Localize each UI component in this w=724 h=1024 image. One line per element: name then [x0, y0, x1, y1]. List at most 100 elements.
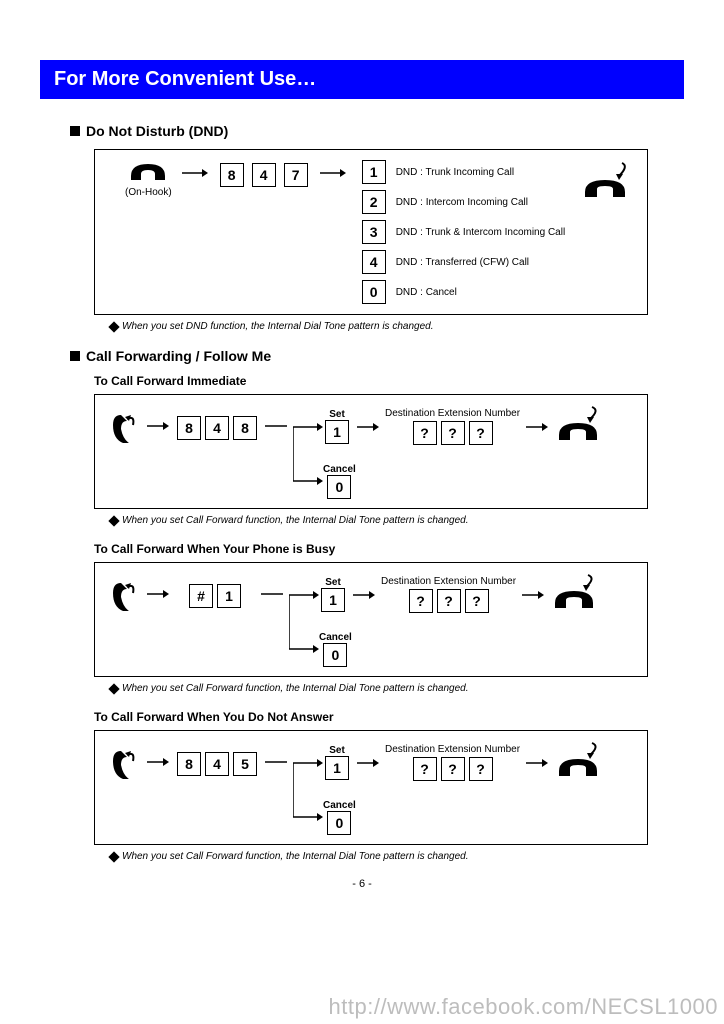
set-label: Set [325, 577, 341, 588]
dnd-option: 0DND : Cancel [360, 280, 566, 304]
key-digit: 1 [217, 584, 241, 608]
key-digit: 3 [362, 220, 386, 244]
cf-busy-heading: To Call Forward When Your Phone is Busy [94, 542, 684, 556]
key-digit: 5 [233, 752, 257, 776]
dest-label: Destination Extension Number [385, 408, 520, 419]
diamond-icon [108, 851, 119, 862]
dnd-option-text: DND : Trunk & Intercom Incoming Call [396, 227, 566, 238]
arrow-icon [182, 168, 208, 178]
branch-icon [289, 573, 319, 668]
key-placeholder: ? [437, 589, 461, 613]
cancel-label: Cancel [323, 464, 356, 475]
key-digit: # [189, 584, 213, 608]
key-placeholder: ? [441, 421, 465, 445]
cf-note: When you set Call Forward function, the … [110, 515, 684, 526]
handset-off-hook-icon [109, 747, 141, 788]
cf-immediate-heading: To Call Forward Immediate [94, 374, 684, 388]
dnd-option-text: DND : Intercom Incoming Call [396, 197, 528, 208]
arrow-icon [261, 589, 283, 599]
key-digit: 0 [362, 280, 386, 304]
diamond-icon [108, 515, 119, 526]
key-digit: 4 [205, 416, 229, 440]
arrow-icon [320, 168, 346, 178]
handset-off-hook-icon [109, 579, 141, 620]
key-digit: 2 [362, 190, 386, 214]
cf-note: When you set Call Forward function, the … [110, 851, 684, 862]
note-text: When you set Call Forward function, the … [122, 683, 469, 694]
key-digit: 1 [325, 420, 349, 444]
key-digit: 8 [220, 163, 244, 187]
arrow-icon [147, 757, 169, 767]
cancel-label: Cancel [323, 800, 356, 811]
key-placeholder: ? [469, 757, 493, 781]
key-digit: 4 [205, 752, 229, 776]
cf-noanswer-heading: To Call Forward When You Do Not Answer [94, 710, 684, 724]
bullet-icon [70, 351, 80, 361]
arrow-icon [265, 757, 287, 767]
arrow-icon [147, 421, 169, 431]
note-text: When you set Call Forward function, the … [122, 515, 469, 526]
key-digit: 1 [325, 756, 349, 780]
set-label: Set [329, 745, 345, 756]
dnd-option: 1 DND : Trunk Incoming Call [360, 160, 566, 184]
dnd-option-list: 1 DND : Trunk Incoming Call 2 DND : Interc… [360, 160, 566, 304]
dest-label: Destination Extension Number [385, 744, 520, 755]
key-digit: 4 [362, 250, 386, 274]
diamond-icon [108, 683, 119, 694]
arrow-icon [526, 758, 548, 768]
cancel-label: Cancel [319, 632, 352, 643]
hangup-icon [579, 160, 631, 205]
dnd-option: 2 DND : Intercom Incoming Call [360, 190, 566, 214]
dnd-diagram: (On-Hook) 8 4 7 1DND : Trunk Incoming Ca… [94, 149, 648, 315]
branch-icon [293, 741, 323, 836]
branch-icon [293, 405, 323, 500]
section-dnd-heading: Do Not Disturb (DND) [70, 123, 684, 139]
arrow-icon [147, 589, 169, 599]
key-digit: 8 [233, 416, 257, 440]
key-digit: 1 [362, 160, 386, 184]
handset-off-hook-icon [109, 411, 141, 452]
note-text: When you set DND function, the Internal … [122, 321, 433, 332]
key-placeholder: ? [469, 421, 493, 445]
key-placeholder: ? [441, 757, 465, 781]
dnd-note: When you set DND function, the Internal … [110, 321, 684, 332]
dest-label: Destination Extension Number [381, 576, 516, 587]
arrow-icon [353, 590, 375, 600]
cf-heading-text: Call Forwarding / Follow Me [86, 348, 271, 364]
watermark-url: http://www.facebook.com/NECSL1000 [329, 994, 718, 1020]
arrow-icon [357, 758, 379, 768]
key-placeholder: ? [409, 589, 433, 613]
note-text: When you set Call Forward function, the … [122, 851, 469, 862]
key-placeholder: ? [413, 757, 437, 781]
dnd-option: 4 DND : Transferred (CFW) Call [360, 250, 566, 274]
key-digit: 0 [323, 643, 347, 667]
diamond-icon [108, 321, 119, 332]
key-placeholder: ? [465, 589, 489, 613]
dnd-option-text: DND : Transferred (CFW) Call [396, 257, 529, 268]
arrow-icon [265, 421, 287, 431]
set-label: Set [329, 409, 345, 420]
cf-note: When you set Call Forward function, the … [110, 683, 684, 694]
arrow-icon [526, 422, 548, 432]
hangup-icon [554, 741, 602, 784]
key-digit: 8 [177, 752, 201, 776]
bullet-icon [70, 126, 80, 136]
key-digit: 0 [327, 811, 351, 835]
key-digit: 8 [177, 416, 201, 440]
dnd-option: 3 DND : Trunk & Intercom Incoming Call [360, 220, 566, 244]
key-digit: 0 [327, 475, 351, 499]
on-hook-label: (On-Hook) [125, 187, 172, 198]
arrow-icon [522, 590, 544, 600]
dnd-heading-text: Do Not Disturb (DND) [86, 123, 228, 139]
handset-on-hook-icon [128, 160, 168, 187]
section-cf-heading: Call Forwarding / Follow Me [70, 348, 684, 364]
hangup-icon [550, 573, 598, 616]
cf-noanswer-diagram: 8 4 5 Set1 Destination Extension Number … [94, 730, 648, 845]
cf-busy-diagram: # 1 Set1 Destination Extension Number ??… [94, 562, 648, 677]
dnd-option-text: DND : Trunk Incoming Call [396, 167, 514, 178]
key-placeholder: ? [413, 421, 437, 445]
cf-immediate-diagram: 8 4 8 Set1 Destination Extension Number [94, 394, 648, 509]
arrow-icon [357, 422, 379, 432]
hangup-icon [554, 405, 602, 448]
page-number: - 6 - [40, 878, 684, 890]
